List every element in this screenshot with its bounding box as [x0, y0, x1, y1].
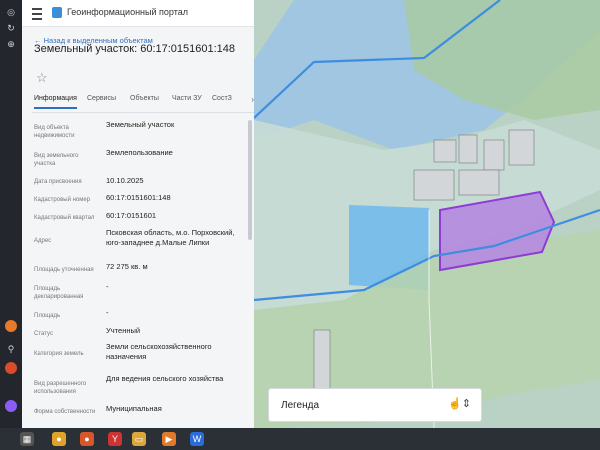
- field-value: Псковская область, м.о. Порховский, юго-…: [106, 228, 235, 247]
- chrome-icon[interactable]: ●: [52, 432, 66, 446]
- field-value: 72 275 кв. м: [106, 262, 148, 271]
- browser-side-strip: ◎ ↻ ⊕ ⚲: [0, 0, 22, 428]
- chevron-updown-icon[interactable]: ☝⇕: [448, 397, 471, 410]
- field-label: Площадь декларированная: [34, 286, 84, 300]
- os-taskbar: ▦ ● ● Y ▭ ▶ W: [0, 428, 600, 450]
- building-footprint: [458, 134, 478, 164]
- building-footprint: [508, 129, 535, 166]
- tab-parts[interactable]: Части ЗУ: [172, 95, 202, 102]
- legend-control[interactable]: Легенда ☝⇕: [268, 388, 482, 422]
- star-icon[interactable]: ☆: [36, 70, 48, 86]
- building-footprint: [458, 169, 500, 196]
- field-label: Площадь уточненная: [34, 267, 94, 273]
- field-value: 60:17:0151601:148: [106, 193, 171, 202]
- field-label: Форма собственности: [34, 409, 96, 415]
- media-icon[interactable]: ▶: [162, 432, 176, 446]
- field-label: Площадь: [34, 313, 61, 319]
- top-bar: Геоинформационный портал: [22, 0, 254, 27]
- page-title: Земельный участок: 60:17:0151601:148: [34, 43, 236, 55]
- yandex-icon[interactable]: Y: [108, 432, 122, 446]
- object-info-panel: Геоинформационный портал ← Назад к выдел…: [22, 0, 254, 428]
- building-footprint: [413, 169, 455, 201]
- tab-objects[interactable]: Объекты: [130, 95, 159, 102]
- field-value: Муниципальная: [106, 404, 162, 413]
- building-footprint: [483, 139, 505, 171]
- field-label: Кадастровый номер: [34, 197, 91, 203]
- tab-services[interactable]: Сервисы: [87, 95, 116, 102]
- field-label: Статус: [34, 331, 53, 337]
- building-footprint: [313, 329, 331, 391]
- map-canvas[interactable]: [254, 0, 600, 428]
- browser-icon[interactable]: ↻: [5, 22, 17, 34]
- field-value: Землепользование: [106, 148, 173, 157]
- tab-info[interactable]: Информация: [34, 95, 77, 109]
- browser-icon[interactable]: ◎: [5, 6, 17, 18]
- browser-icon[interactable]: [5, 362, 17, 374]
- portal-logo-icon: [52, 7, 62, 18]
- menu-icon[interactable]: [32, 8, 42, 20]
- field-value: -: [106, 308, 109, 317]
- field-value: -: [106, 282, 109, 291]
- field-value: Для ведения сельского хозяйства: [106, 374, 224, 383]
- app-title: Геоинформационный портал: [67, 7, 188, 17]
- firefox-icon[interactable]: ●: [80, 432, 94, 446]
- field-value: 60:17:0151601: [106, 211, 157, 220]
- field-label: Категория земель: [34, 351, 84, 357]
- field-value: Земельный участок: [106, 120, 175, 129]
- field-label: Адрес: [34, 238, 52, 244]
- field-value: 10.10.2025: [106, 176, 144, 185]
- field-label: Дата присвоения: [34, 179, 82, 185]
- field-value: Учтенный: [106, 326, 141, 335]
- start-icon[interactable]: ▦: [20, 432, 34, 446]
- field-label: Вид земельного участка: [34, 153, 79, 167]
- panel-scrollbar[interactable]: [248, 120, 252, 240]
- browser-icon[interactable]: [5, 320, 17, 332]
- tab-sost[interactable]: СостЗ: [212, 95, 232, 102]
- field-label: Кадастровый квартал: [34, 215, 95, 221]
- word-icon[interactable]: W: [190, 432, 204, 446]
- tab-bar: Информация Сервисы Объекты Части ЗУ Сост…: [32, 92, 254, 113]
- browser-icon[interactable]: [5, 400, 17, 412]
- field-label: Вид разрешенного использования: [34, 381, 87, 395]
- map-view[interactable]: [254, 0, 600, 428]
- field-label: Вид объекта недвижимости: [34, 125, 75, 139]
- building-footprint: [433, 139, 457, 163]
- browser-icon[interactable]: ⊕: [5, 38, 17, 50]
- field-value: Земли сельскохозяйственного назначения: [106, 342, 212, 361]
- browser-icon[interactable]: ⚲: [5, 343, 17, 355]
- legend-label: Легенда: [281, 400, 320, 411]
- folder-icon[interactable]: ▭: [132, 432, 146, 446]
